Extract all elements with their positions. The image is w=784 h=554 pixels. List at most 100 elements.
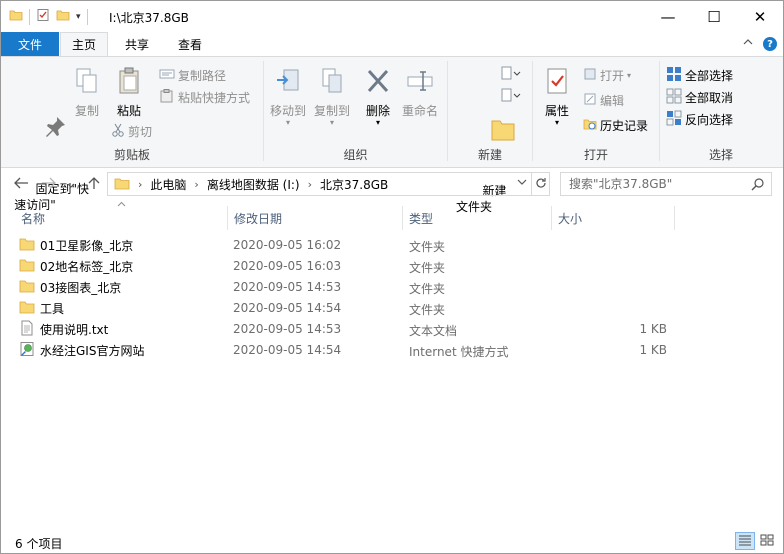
ribbon-tabs: 文件 主页 共享 查看 ? — [1, 32, 783, 56]
column-header-size[interactable]: 大小 — [552, 208, 674, 228]
chevron-right-icon[interactable]: › — [138, 178, 142, 191]
copy-to-button[interactable]: 复制到 ▾ — [310, 67, 354, 127]
file-size: 1 KB — [639, 322, 667, 336]
column-header-type-label: 类型 — [409, 211, 434, 226]
open-icon — [583, 67, 597, 84]
file-date: 2020-09-05 16:03 — [233, 259, 342, 273]
copy-path-label: 复制路径 — [178, 69, 227, 83]
search-icon[interactable] — [751, 177, 765, 194]
breadcrumb-this-pc[interactable]: 此电脑 — [150, 176, 186, 193]
open-button[interactable]: 打开 ▾ — [583, 67, 631, 84]
details-view-button[interactable] — [735, 532, 755, 550]
paste-icon — [109, 67, 149, 99]
properties-icon[interactable] — [36, 8, 50, 25]
dropdown-arrow-icon: ▾ — [627, 71, 632, 80]
rename-icon — [398, 67, 442, 99]
copy-to-label: 复制到 — [313, 104, 350, 118]
copy-label: 复制 — [74, 104, 99, 118]
toolbar-divider — [86, 8, 88, 25]
move-to-button[interactable]: 移动到 ▾ — [266, 67, 310, 127]
invert-selection-button[interactable]: 反向选择 — [666, 110, 733, 129]
move-to-icon — [266, 67, 310, 99]
copy-path-button[interactable]: 复制路径 — [159, 67, 226, 84]
customize-toolbar-icon[interactable]: ▾ — [76, 12, 81, 22]
folder-icon — [19, 299, 35, 318]
select-all-button[interactable]: 全部选择 — [666, 66, 733, 85]
folder-icon — [9, 8, 23, 25]
paste-shortcut-button[interactable]: 粘贴快捷方式 — [159, 89, 250, 106]
tab-view[interactable]: 查看 — [166, 32, 214, 56]
chevron-up-icon[interactable] — [743, 36, 753, 50]
properties-button[interactable]: 属性 ▾ — [537, 67, 577, 127]
address-bar[interactable]: › 此电脑 › 离线地图数据 (I:) › 北京37.8GB — [107, 172, 532, 196]
file-row[interactable]: 02地名标签_北京 2020-09-05 16:03 文件夹 — [15, 256, 675, 277]
select-none-button[interactable]: 全部取消 — [666, 88, 733, 107]
file-row[interactable]: 01卫星影像_北京 2020-09-05 16:02 文件夹 — [15, 235, 675, 256]
back-arrow-icon[interactable] — [13, 176, 29, 194]
file-type: 文本文档 — [409, 324, 458, 338]
folder-icon — [19, 236, 35, 255]
file-row[interactable]: 03接图表_北京 2020-09-05 14:53 文件夹 — [15, 277, 675, 298]
column-header-type[interactable]: 类型 — [403, 208, 551, 228]
folder-icon — [114, 176, 130, 193]
chevron-right-icon[interactable]: › — [194, 178, 198, 191]
edit-button[interactable]: 编辑 — [583, 92, 624, 109]
new-folder-icon[interactable] — [56, 8, 70, 25]
breadcrumb-current-folder[interactable]: 北京37.8GB — [320, 176, 388, 193]
search-input[interactable] — [569, 174, 749, 194]
select-none-label: 全部取消 — [685, 91, 734, 105]
easy-access-button[interactable] — [500, 87, 522, 106]
paste-button[interactable]: 粘贴 — [109, 67, 149, 119]
paste-label: 粘贴 — [116, 104, 141, 118]
chevron-down-icon[interactable] — [517, 176, 527, 190]
paste-shortcut-icon — [159, 89, 175, 106]
breadcrumb-drive[interactable]: 离线地图数据 (I:) — [207, 176, 300, 193]
copy-button[interactable]: 复制 — [67, 67, 107, 119]
select-all-label: 全部选择 — [685, 69, 734, 83]
refresh-button[interactable] — [532, 172, 550, 196]
column-header-name[interactable]: 名称 — [15, 208, 225, 228]
search-box[interactable] — [560, 172, 772, 196]
tab-share[interactable]: 共享 — [113, 32, 161, 56]
maximize-button[interactable]: ☐ — [691, 1, 737, 32]
item-count: 6 个项目 — [15, 537, 63, 551]
file-date: 2020-09-05 14:54 — [233, 343, 342, 357]
easy-access-icon — [500, 87, 522, 106]
file-type: 文件夹 — [409, 282, 446, 296]
help-icon[interactable]: ? — [763, 37, 777, 51]
file-name: 02地名标签_北京 — [40, 260, 134, 274]
properties-label: 属性 — [544, 104, 569, 118]
tab-file[interactable]: 文件 — [1, 32, 59, 56]
file-name-cell: 使用说明.txt — [19, 320, 108, 339]
file-name-cell: 工具 — [19, 299, 64, 318]
delete-button[interactable]: 删除 ▾ — [360, 67, 396, 127]
clipboard-group: 固定到"快 速访问" 复制 粘贴 复制路径 粘贴快捷方式 剪切 剪贴板 — [1, 57, 263, 212]
rename-button[interactable]: 重命名 — [398, 67, 442, 119]
invert-selection-label: 反向选择 — [685, 113, 734, 127]
file-row[interactable]: 使用说明.txt 2020-09-05 14:53 文本文档 1 KB — [15, 319, 675, 340]
large-icons-view-button[interactable] — [757, 532, 777, 550]
file-name: 01卫星影像_北京 — [40, 239, 134, 253]
select-group-label: 选择 — [708, 148, 733, 162]
recent-locations-icon[interactable] — [67, 178, 75, 194]
details-view-icon — [738, 534, 752, 549]
minimize-button[interactable]: — — [645, 1, 691, 32]
forward-arrow-icon[interactable] — [41, 176, 57, 194]
up-arrow-icon[interactable] — [87, 176, 101, 194]
column-header-name-label: 名称 — [21, 211, 46, 226]
tab-home[interactable]: 主页 — [60, 32, 108, 56]
quick-access-toolbar: ▾ — [9, 8, 88, 25]
history-button[interactable]: 历史记录 — [583, 117, 648, 134]
chevron-right-icon[interactable]: › — [308, 178, 312, 191]
file-row[interactable]: 工具 2020-09-05 14:54 文件夹 — [15, 298, 675, 319]
rename-label: 重命名 — [401, 104, 438, 118]
column-header-date[interactable]: 修改日期 — [228, 208, 402, 228]
close-button[interactable]: ✕ — [737, 1, 783, 32]
file-row[interactable]: 水经注GIS官方网站 2020-09-05 14:54 Internet 快捷方… — [15, 340, 675, 361]
select-all-icon — [666, 66, 682, 85]
cut-button[interactable]: 剪切 — [111, 123, 152, 140]
new-item-button[interactable] — [500, 65, 522, 84]
edit-label: 编辑 — [600, 94, 625, 108]
window-title: I:\北京37.8GB — [109, 11, 189, 25]
column-divider[interactable] — [674, 206, 675, 230]
